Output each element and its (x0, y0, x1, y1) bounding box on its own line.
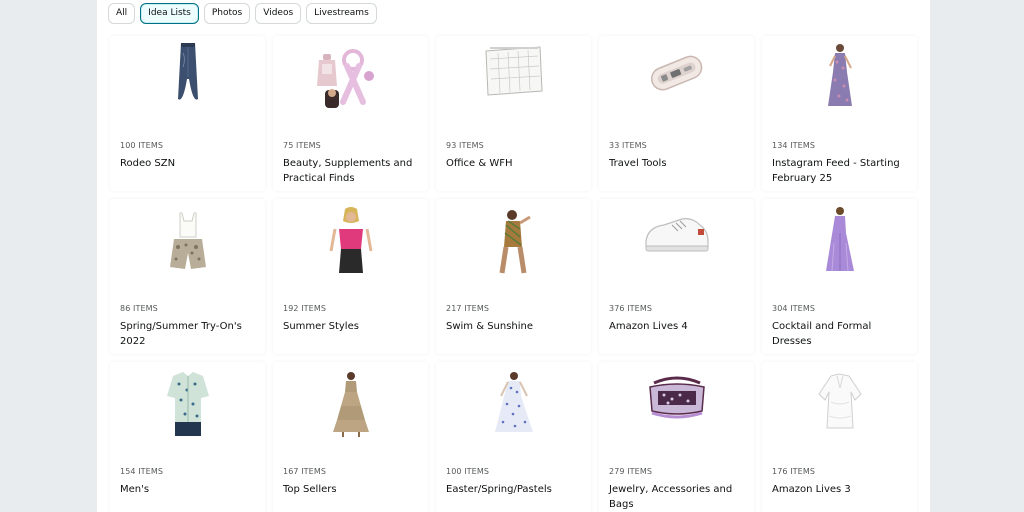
filter-idea-lists-chip[interactable]: Idea Lists (140, 3, 199, 24)
item-count: 217 ITEMS (446, 304, 489, 313)
idea-list-card[interactable]: 100 ITEMS Easter/Spring/Pastels (436, 362, 591, 512)
idea-list-card[interactable]: 167 ITEMS Top Sellers (273, 362, 428, 512)
list-title: Office & WFH (446, 158, 513, 169)
idea-list-card[interactable]: 192 ITEMS Summer Styles (273, 199, 428, 354)
filter-livestreams-chip[interactable]: Livestreams (306, 3, 377, 24)
filter-all-chip[interactable]: All (108, 3, 136, 24)
mens-shirt-icon (110, 370, 265, 438)
item-count: 93 ITEMS (446, 141, 484, 150)
list-title: Beauty, Supplements and Practical Finds (283, 158, 413, 184)
item-count: 86 ITEMS (120, 304, 158, 313)
idea-list-card[interactable]: 304 ITEMS Cocktail and Formal Dresses (762, 199, 917, 354)
item-count: 376 ITEMS (609, 304, 652, 313)
content-panel: All Idea Lists Photos Videos Livestreams… (97, 0, 930, 512)
item-count: 154 ITEMS (120, 467, 163, 476)
wall-calendar-icon (436, 38, 591, 106)
idea-list-grid: 100 ITEMS Rodeo SZN 75 ITEMS Beauty, Sup… (110, 36, 917, 512)
idea-list-card[interactable]: 33 ITEMS Travel Tools (599, 36, 754, 191)
idea-list-card[interactable]: 75 ITEMS Beauty, Supplements and Practic… (273, 36, 428, 191)
idea-list-card[interactable]: 86 ITEMS Spring/Summer Try-On's 2022 (110, 199, 265, 354)
sneaker-icon (599, 201, 754, 269)
filter-bar: All Idea Lists Photos Videos Livestreams (108, 3, 377, 24)
item-count: 75 ITEMS (283, 141, 321, 150)
item-count: 176 ITEMS (772, 467, 815, 476)
item-count: 100 ITEMS (120, 141, 163, 150)
idea-list-card[interactable]: 217 ITEMS Swim & Sunshine (436, 199, 591, 354)
list-title: Instagram Feed - Starting February 25 (772, 158, 900, 184)
list-title: Cocktail and Formal Dresses (772, 321, 872, 347)
list-title: Travel Tools (609, 158, 667, 169)
item-count: 33 ITEMS (609, 141, 647, 150)
list-title: Amazon Lives 3 (772, 484, 851, 495)
item-count: 167 ITEMS (283, 467, 326, 476)
list-title: Top Sellers (283, 484, 337, 495)
idea-list-card[interactable]: 176 ITEMS Amazon Lives 3 (762, 362, 917, 512)
white-coverup-icon (762, 370, 917, 438)
filter-photos-chip[interactable]: Photos (203, 3, 251, 24)
formal-gown-icon (762, 205, 917, 273)
item-count: 100 ITEMS (446, 467, 489, 476)
pink-top-icon (273, 207, 428, 275)
idea-list-card[interactable]: 154 ITEMS Men's (110, 362, 265, 512)
swimsuit-icon (436, 207, 591, 275)
floral-dress-icon (762, 42, 917, 110)
travel-case-icon (599, 38, 754, 106)
item-count: 134 ITEMS (772, 141, 815, 150)
handbag-icon (599, 364, 754, 432)
top-and-shorts-icon (110, 207, 265, 275)
item-count: 304 ITEMS (772, 304, 815, 313)
list-title: Summer Styles (283, 321, 359, 332)
idea-list-card[interactable]: 376 ITEMS Amazon Lives 4 (599, 199, 754, 354)
list-title: Swim & Sunshine (446, 321, 534, 332)
item-count: 279 ITEMS (609, 467, 652, 476)
list-title: Rodeo SZN (120, 158, 176, 169)
tiered-dress-icon (273, 370, 428, 438)
list-title: Men's (120, 484, 150, 495)
beauty-products-icon (273, 44, 428, 112)
filter-videos-chip[interactable]: Videos (255, 3, 302, 24)
list-title: Spring/Summer Try-On's 2022 (120, 321, 242, 347)
idea-list-card[interactable]: 93 ITEMS Office & WFH (436, 36, 591, 191)
list-title: Easter/Spring/Pastels (446, 484, 552, 495)
denim-skirt-icon (110, 38, 265, 106)
idea-list-card[interactable]: 100 ITEMS Rodeo SZN (110, 36, 265, 191)
list-title: Amazon Lives 4 (609, 321, 688, 332)
item-count: 192 ITEMS (283, 304, 326, 313)
blue-dress-icon (436, 370, 591, 438)
idea-list-card[interactable]: 134 ITEMS Instagram Feed - Starting Febr… (762, 36, 917, 191)
list-title: Jewelry, Accessories and Bags (609, 484, 733, 510)
idea-list-card[interactable]: 279 ITEMS Jewelry, Accessories and Bags (599, 362, 754, 512)
